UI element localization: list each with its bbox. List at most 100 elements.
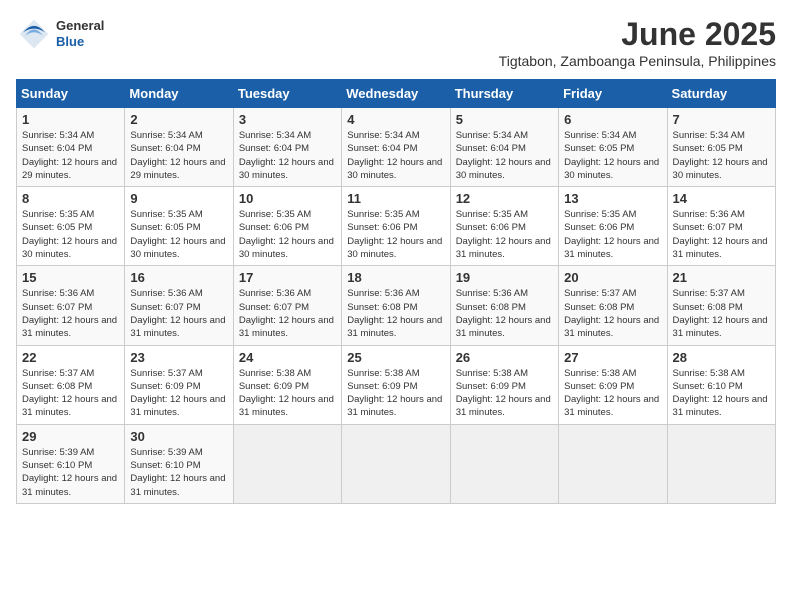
day-info: Sunrise: 5:34 AM Sunset: 6:05 PM Dayligh…: [673, 129, 770, 182]
day-number: 6: [564, 112, 661, 127]
day-info: Sunrise: 5:36 AM Sunset: 6:07 PM Dayligh…: [673, 208, 770, 261]
table-row: 3 Sunrise: 5:34 AM Sunset: 6:04 PM Dayli…: [233, 108, 341, 187]
day-number: 4: [347, 112, 444, 127]
logo-general: General: [56, 18, 104, 34]
table-row: 30 Sunrise: 5:39 AM Sunset: 6:10 PM Dayl…: [125, 424, 233, 503]
day-number: 18: [347, 270, 444, 285]
day-info: Sunrise: 5:37 AM Sunset: 6:09 PM Dayligh…: [130, 367, 227, 420]
table-row: 9 Sunrise: 5:35 AM Sunset: 6:05 PM Dayli…: [125, 187, 233, 266]
table-row: 10 Sunrise: 5:35 AM Sunset: 6:06 PM Dayl…: [233, 187, 341, 266]
day-info: Sunrise: 5:37 AM Sunset: 6:08 PM Dayligh…: [22, 367, 119, 420]
day-number: 24: [239, 350, 336, 365]
day-info: Sunrise: 5:38 AM Sunset: 6:09 PM Dayligh…: [347, 367, 444, 420]
day-info: Sunrise: 5:38 AM Sunset: 6:10 PM Dayligh…: [673, 367, 770, 420]
weekday-header-row: Sunday Monday Tuesday Wednesday Thursday…: [17, 80, 776, 108]
day-info: Sunrise: 5:34 AM Sunset: 6:05 PM Dayligh…: [564, 129, 661, 182]
day-info: Sunrise: 5:38 AM Sunset: 6:09 PM Dayligh…: [456, 367, 553, 420]
day-info: Sunrise: 5:39 AM Sunset: 6:10 PM Dayligh…: [22, 446, 119, 499]
logo-icon: [16, 16, 52, 52]
day-number: 21: [673, 270, 770, 285]
table-row: [233, 424, 341, 503]
col-friday: Friday: [559, 80, 667, 108]
day-number: 9: [130, 191, 227, 206]
day-number: 15: [22, 270, 119, 285]
day-number: 5: [456, 112, 553, 127]
table-row: 14 Sunrise: 5:36 AM Sunset: 6:07 PM Dayl…: [667, 187, 775, 266]
table-row: 13 Sunrise: 5:35 AM Sunset: 6:06 PM Dayl…: [559, 187, 667, 266]
day-number: 30: [130, 429, 227, 444]
table-row: 12 Sunrise: 5:35 AM Sunset: 6:06 PM Dayl…: [450, 187, 558, 266]
day-number: 11: [347, 191, 444, 206]
table-row: 4 Sunrise: 5:34 AM Sunset: 6:04 PM Dayli…: [342, 108, 450, 187]
table-row: 18 Sunrise: 5:36 AM Sunset: 6:08 PM Dayl…: [342, 266, 450, 345]
day-info: Sunrise: 5:38 AM Sunset: 6:09 PM Dayligh…: [564, 367, 661, 420]
day-number: 7: [673, 112, 770, 127]
col-tuesday: Tuesday: [233, 80, 341, 108]
day-info: Sunrise: 5:34 AM Sunset: 6:04 PM Dayligh…: [22, 129, 119, 182]
table-row: 19 Sunrise: 5:36 AM Sunset: 6:08 PM Dayl…: [450, 266, 558, 345]
table-row: 23 Sunrise: 5:37 AM Sunset: 6:09 PM Dayl…: [125, 345, 233, 424]
day-info: Sunrise: 5:35 AM Sunset: 6:05 PM Dayligh…: [130, 208, 227, 261]
table-row: [667, 424, 775, 503]
table-row: 7 Sunrise: 5:34 AM Sunset: 6:05 PM Dayli…: [667, 108, 775, 187]
table-row: 5 Sunrise: 5:34 AM Sunset: 6:04 PM Dayli…: [450, 108, 558, 187]
title-area: June 2025 Tigtabon, Zamboanga Peninsula,…: [499, 16, 776, 69]
calendar-week-row: 29 Sunrise: 5:39 AM Sunset: 6:10 PM Dayl…: [17, 424, 776, 503]
day-info: Sunrise: 5:36 AM Sunset: 6:07 PM Dayligh…: [22, 287, 119, 340]
day-number: 19: [456, 270, 553, 285]
page-container: General Blue June 2025 Tigtabon, Zamboan…: [16, 16, 776, 504]
day-number: 2: [130, 112, 227, 127]
day-info: Sunrise: 5:34 AM Sunset: 6:04 PM Dayligh…: [347, 129, 444, 182]
day-number: 28: [673, 350, 770, 365]
day-info: Sunrise: 5:34 AM Sunset: 6:04 PM Dayligh…: [456, 129, 553, 182]
day-number: 13: [564, 191, 661, 206]
day-number: 16: [130, 270, 227, 285]
day-number: 29: [22, 429, 119, 444]
table-row: [342, 424, 450, 503]
calendar-title: June 2025: [499, 16, 776, 53]
table-row: 17 Sunrise: 5:36 AM Sunset: 6:07 PM Dayl…: [233, 266, 341, 345]
day-info: Sunrise: 5:36 AM Sunset: 6:07 PM Dayligh…: [239, 287, 336, 340]
day-info: Sunrise: 5:38 AM Sunset: 6:09 PM Dayligh…: [239, 367, 336, 420]
day-info: Sunrise: 5:39 AM Sunset: 6:10 PM Dayligh…: [130, 446, 227, 499]
table-row: [450, 424, 558, 503]
day-number: 23: [130, 350, 227, 365]
table-row: 20 Sunrise: 5:37 AM Sunset: 6:08 PM Dayl…: [559, 266, 667, 345]
table-row: 29 Sunrise: 5:39 AM Sunset: 6:10 PM Dayl…: [17, 424, 125, 503]
day-info: Sunrise: 5:35 AM Sunset: 6:05 PM Dayligh…: [22, 208, 119, 261]
day-info: Sunrise: 5:34 AM Sunset: 6:04 PM Dayligh…: [130, 129, 227, 182]
table-row: 21 Sunrise: 5:37 AM Sunset: 6:08 PM Dayl…: [667, 266, 775, 345]
table-row: 28 Sunrise: 5:38 AM Sunset: 6:10 PM Dayl…: [667, 345, 775, 424]
day-info: Sunrise: 5:37 AM Sunset: 6:08 PM Dayligh…: [564, 287, 661, 340]
day-number: 17: [239, 270, 336, 285]
table-row: 11 Sunrise: 5:35 AM Sunset: 6:06 PM Dayl…: [342, 187, 450, 266]
day-number: 26: [456, 350, 553, 365]
col-wednesday: Wednesday: [342, 80, 450, 108]
table-row: 1 Sunrise: 5:34 AM Sunset: 6:04 PM Dayli…: [17, 108, 125, 187]
day-number: 8: [22, 191, 119, 206]
day-number: 25: [347, 350, 444, 365]
day-info: Sunrise: 5:36 AM Sunset: 6:08 PM Dayligh…: [347, 287, 444, 340]
col-monday: Monday: [125, 80, 233, 108]
col-saturday: Saturday: [667, 80, 775, 108]
day-number: 27: [564, 350, 661, 365]
table-row: 16 Sunrise: 5:36 AM Sunset: 6:07 PM Dayl…: [125, 266, 233, 345]
calendar-week-row: 15 Sunrise: 5:36 AM Sunset: 6:07 PM Dayl…: [17, 266, 776, 345]
calendar-week-row: 22 Sunrise: 5:37 AM Sunset: 6:08 PM Dayl…: [17, 345, 776, 424]
day-info: Sunrise: 5:36 AM Sunset: 6:07 PM Dayligh…: [130, 287, 227, 340]
header: General Blue June 2025 Tigtabon, Zamboan…: [16, 16, 776, 69]
table-row: 22 Sunrise: 5:37 AM Sunset: 6:08 PM Dayl…: [17, 345, 125, 424]
day-info: Sunrise: 5:35 AM Sunset: 6:06 PM Dayligh…: [239, 208, 336, 261]
day-number: 10: [239, 191, 336, 206]
day-number: 22: [22, 350, 119, 365]
table-row: 2 Sunrise: 5:34 AM Sunset: 6:04 PM Dayli…: [125, 108, 233, 187]
logo-blue: Blue: [56, 34, 104, 50]
day-info: Sunrise: 5:36 AM Sunset: 6:08 PM Dayligh…: [456, 287, 553, 340]
day-info: Sunrise: 5:35 AM Sunset: 6:06 PM Dayligh…: [347, 208, 444, 261]
col-thursday: Thursday: [450, 80, 558, 108]
day-info: Sunrise: 5:35 AM Sunset: 6:06 PM Dayligh…: [456, 208, 553, 261]
table-row: 25 Sunrise: 5:38 AM Sunset: 6:09 PM Dayl…: [342, 345, 450, 424]
day-number: 20: [564, 270, 661, 285]
calendar-week-row: 8 Sunrise: 5:35 AM Sunset: 6:05 PM Dayli…: [17, 187, 776, 266]
table-row: 27 Sunrise: 5:38 AM Sunset: 6:09 PM Dayl…: [559, 345, 667, 424]
